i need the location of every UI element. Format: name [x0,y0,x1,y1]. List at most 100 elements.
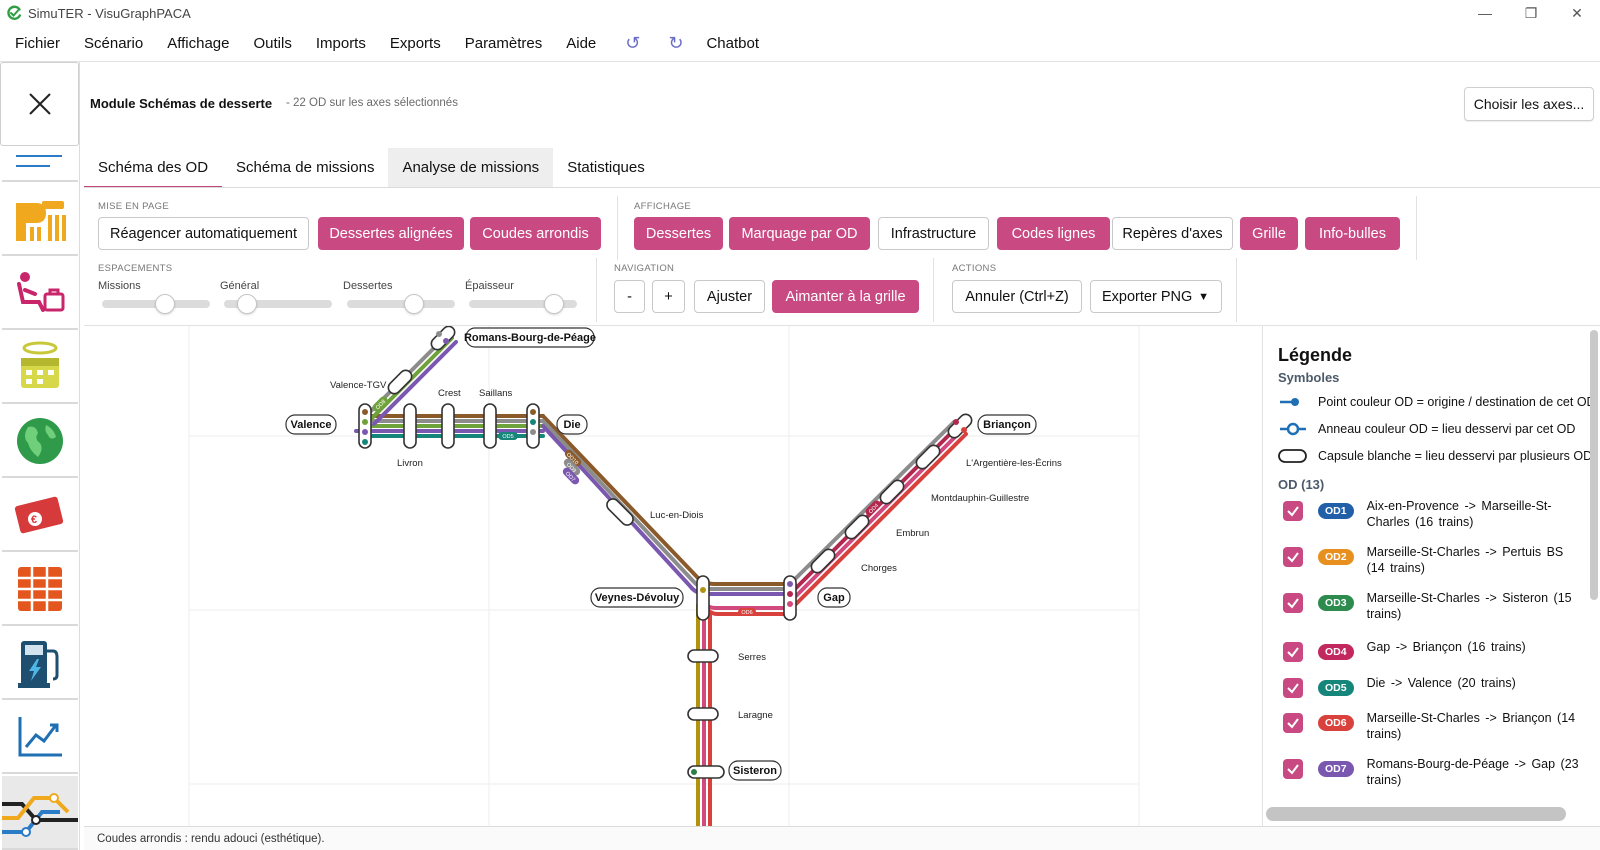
od-checkbox[interactable] [1283,501,1303,521]
od-legend-row[interactable]: OD1 Aix-en-Provence -> Marseille-St-Charl… [1283,498,1583,530]
sidebar-item-schedule[interactable] [2,332,78,404]
missions-slider[interactable] [102,294,210,314]
menu-outils[interactable]: Outils [245,35,307,52]
dessertes-alignees-toggle[interactable]: Dessertes alignées [318,217,464,250]
zoom-out-button[interactable]: - [614,280,645,313]
od-legend-row[interactable]: OD6 Marseille-St-Charles -> Briançon (14 … [1283,710,1583,742]
station-die[interactable]: Die [563,419,580,431]
menu-scenario[interactable]: Scénario [75,35,158,52]
menu-aide[interactable]: Aide [557,35,611,52]
tab-schema-od[interactable]: Schéma des OD [84,148,223,188]
station-veynes[interactable]: Veynes-Dévoluy [595,592,680,604]
legend-symbol-point: Point couleur OD = origine / destination… [1278,393,1596,411]
dessertes-slider[interactable] [347,294,455,314]
legend-vertical-scrollbar[interactable] [1590,330,1598,600]
station-embrun[interactable]: Embrun [896,528,929,539]
od-legend-row[interactable]: OD4 Gap -> Briançon (16 trains) [1283,639,1583,662]
reagencer-button[interactable]: Réagencer automatiquement [98,217,309,250]
station-romans[interactable]: Romans-Bourg-de-Péage [464,332,596,344]
sidebar-item-statistics[interactable] [2,702,78,774]
station-luc[interactable]: Luc-en-Diois [650,510,704,521]
sidebar-item-passengers[interactable] [2,258,78,330]
export-png-button[interactable]: Exporter PNG ▼ [1090,280,1222,313]
slider-label-general: Général [220,280,260,292]
station-chorges[interactable]: Chorges [861,563,897,574]
dessertes-toggle[interactable]: Dessertes [634,217,723,250]
fit-button[interactable]: Ajuster [694,280,765,313]
od-checkbox[interactable] [1283,593,1303,613]
od-description: Aix-en-Provence -> Marseille-St-Charles … [1366,499,1552,529]
od-checkbox[interactable] [1283,678,1303,698]
menu-fichier[interactable]: Fichier [6,35,75,52]
legend-horizontal-scrollbar[interactable] [1266,807,1566,821]
station-saillans[interactable]: Saillans [479,388,513,399]
station-icon [16,201,66,241]
missions-slider-knob[interactable] [154,294,175,314]
station-serres[interactable]: Serres [738,652,766,663]
dessertes-slider-knob[interactable] [404,294,425,314]
epaisseur-slider[interactable] [469,294,577,314]
slider-label-epaisseur: Épaisseur [465,280,514,292]
lines-icon [16,155,62,167]
od-legend-row[interactable]: OD5 Die -> Valence (20 trains) [1283,675,1583,698]
metro-lines-icon [2,793,78,837]
maximize-button[interactable]: ❐ [1508,0,1554,26]
sidebar-item-station[interactable] [2,184,78,256]
station-gap[interactable]: Gap [823,592,845,604]
marquage-od-toggle[interactable]: Marquage par OD [729,217,870,250]
station-argentiere[interactable]: L'Argentière-les-Écrins [966,458,1062,469]
toolbar-separator [596,258,597,322]
station-crest[interactable]: Crest [438,388,461,399]
minimize-button[interactable]: — [1462,0,1508,26]
menu-chatbot[interactable]: Chatbot [697,35,774,52]
tab-analyse-missions[interactable]: Analyse de missions [388,148,554,188]
ticket-euro-icon: € [14,496,64,534]
sidebar-item-service-diagrams[interactable] [2,776,78,850]
redo-icon[interactable]: ↻ [654,33,697,54]
general-slider-knob[interactable] [237,294,258,314]
grille-toggle[interactable]: Grille [1240,217,1298,250]
undo-icon[interactable]: ↺ [611,33,654,54]
od-legend-row[interactable]: OD7 Romans-Bourg-de-Péage -> Gap (23 trai… [1283,756,1583,788]
infrastructure-toggle[interactable]: Infrastructure [878,217,989,250]
station-briancon[interactable]: Briançon [983,419,1031,431]
sidebar-item-timetable[interactable] [2,554,78,626]
close-module-button[interactable] [0,62,79,146]
network-diagram[interactable]: OD8 OD5 OD10 OD9 OD7 OD6 OD4 Romans-Bour… [84,326,1262,826]
od-legend-row[interactable]: OD2 Marseille-St-Charles -> Pertuis BS (1… [1283,544,1583,576]
choose-axes-button[interactable]: Choisir les axes... [1464,87,1594,121]
od-legend-row[interactable]: OD3 Marseille-St-Charles -> Sisteron (15 … [1283,590,1583,622]
station-valence[interactable]: Valence [291,419,332,431]
menu-affichage[interactable]: Affichage [158,35,244,52]
sidebar-item-energy[interactable] [2,628,78,700]
annuler-button[interactable]: Annuler (Ctrl+Z) [952,280,1082,313]
sidebar-item-territory[interactable] [2,406,78,478]
sidebar-item-lines[interactable] [2,146,78,182]
od-checkbox[interactable] [1283,547,1303,567]
tab-statistiques[interactable]: Statistiques [553,148,659,188]
reperes-axes-toggle[interactable]: Repères d'axes [1112,217,1233,250]
coudes-arrondis-toggle[interactable]: Coudes arrondis [470,217,601,250]
sidebar-item-pricing[interactable]: € [2,480,78,552]
menu-parametres[interactable]: Paramètres [456,35,558,52]
epaisseur-slider-knob[interactable] [543,294,564,314]
station-valence-tgv[interactable]: Valence-TGV [330,380,387,391]
status-bar: Coudes arrondis : rendu adouci (esthétiq… [84,826,1600,850]
station-livron[interactable]: Livron [397,458,423,469]
zoom-in-button[interactable]: + [652,280,685,313]
diagram-canvas[interactable]: OD8 OD5 OD10 OD9 OD7 OD6 OD4 Romans-Bour… [84,326,1262,826]
station-sisteron[interactable]: Sisteron [733,765,777,777]
snap-grid-toggle[interactable]: Aimanter à la grille [772,280,919,313]
od-checkbox[interactable] [1283,642,1303,662]
tab-schema-missions[interactable]: Schéma de missions [222,148,388,188]
od-checkbox[interactable] [1283,713,1303,733]
codes-lignes-toggle[interactable]: Codes lignes [997,217,1110,250]
menu-imports[interactable]: Imports [307,35,381,52]
general-slider[interactable] [224,294,332,314]
station-montdauphin[interactable]: Montdauphin-Guillestre [931,493,1029,504]
station-laragne[interactable]: Laragne [738,710,773,721]
od-checkbox[interactable] [1283,759,1303,779]
close-window-button[interactable]: ✕ [1554,0,1600,26]
menu-exports[interactable]: Exports [381,35,456,52]
info-bulles-toggle[interactable]: Info-bulles [1305,217,1400,250]
